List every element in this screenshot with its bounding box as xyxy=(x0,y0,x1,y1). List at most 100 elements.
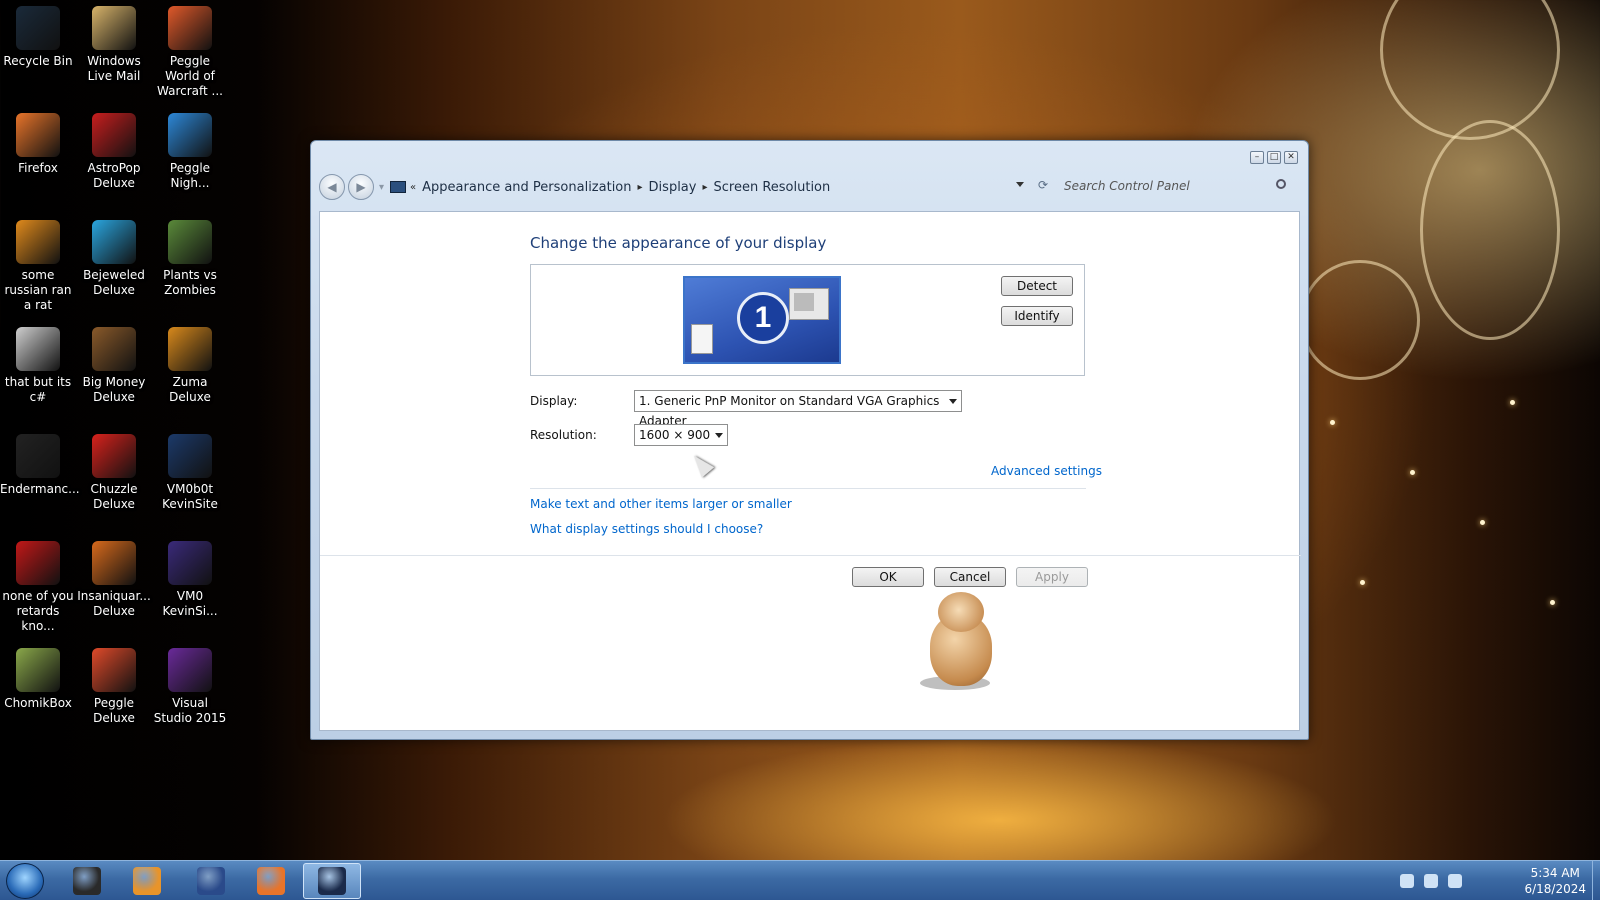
breadcrumb-screen-resolution[interactable]: Screen Resolution xyxy=(708,180,837,195)
display-settings-help-link[interactable]: What display settings should I choose? xyxy=(530,522,763,536)
clock-date: 6/18/2024 xyxy=(1524,882,1586,896)
cancel-button[interactable]: Cancel xyxy=(934,567,1006,587)
desktop-icon-label: ChomikBox xyxy=(4,696,72,710)
search-placeholder: Search Control Panel xyxy=(1064,179,1190,193)
app-icon xyxy=(92,6,136,50)
desktop-icon[interactable]: Plants vs Zombies xyxy=(152,214,228,298)
desktop-icon[interactable]: AstroPop Deluxe xyxy=(76,107,152,191)
window-controls: – □ ✕ xyxy=(1250,151,1298,164)
desktop-icon-label: Endermanc... xyxy=(0,482,80,496)
breadcrumb-appearance[interactable]: Appearance and Personalization xyxy=(416,180,637,195)
minimize-button[interactable]: – xyxy=(1250,151,1264,164)
desktop-icon-label: Insaniquar... Deluxe xyxy=(77,589,151,618)
app-icon xyxy=(92,434,136,478)
back-button[interactable]: ◀ xyxy=(319,174,345,200)
detect-button[interactable]: Detect xyxy=(1001,276,1073,296)
taskbar-item-media-player[interactable] xyxy=(118,863,176,899)
desktop-icon[interactable]: Recycle Bin xyxy=(0,0,76,69)
desktop-icon-label: VM0b0t KevinSite xyxy=(162,482,218,511)
tray-network-icon[interactable] xyxy=(1400,874,1414,888)
display-select[interactable]: 1. Generic PnP Monitor on Standard VGA G… xyxy=(634,390,962,428)
navigation-bar: ◀ ▶ ▾ « Appearance and Personalization ▸… xyxy=(319,169,1300,205)
page-title: Change the appearance of your display xyxy=(530,234,827,252)
app-icon xyxy=(168,6,212,50)
wallpaper-spark xyxy=(1330,420,1335,425)
desktop-icon[interactable]: Windows Live Mail xyxy=(76,0,152,84)
desktop-icon[interactable]: Visual Studio 2015 xyxy=(152,642,228,726)
refresh-icon[interactable]: ⟳ xyxy=(1038,178,1048,192)
desktop-icon[interactable]: Peggle Deluxe xyxy=(76,642,152,726)
desktop-icon[interactable]: Zuma Deluxe xyxy=(152,321,228,405)
app-icon xyxy=(16,327,60,371)
desktop-icon-label: Big Money Deluxe xyxy=(82,375,146,404)
ok-button[interactable]: OK xyxy=(852,567,924,587)
monitor-1-preview[interactable]: 1 xyxy=(683,276,841,364)
desktop-icon[interactable]: VM0b0t KevinSite xyxy=(152,428,228,512)
taskbar-item-control-panel[interactable] xyxy=(303,863,361,899)
desktop-icon[interactable]: that but its c# xyxy=(0,321,76,405)
show-desktop-button[interactable] xyxy=(1592,861,1600,900)
app-icon xyxy=(92,541,136,585)
desktop-icon-label: none of you retards kno... xyxy=(2,589,74,633)
desktop-icon[interactable]: some russian ran a rat xyxy=(0,214,76,313)
identify-button[interactable]: Identify xyxy=(1001,306,1073,326)
wallpaper-spark xyxy=(1360,580,1365,585)
apply-button[interactable]: Apply xyxy=(1016,567,1088,587)
desktop-icon[interactable]: Peggle World of Warcraft ... xyxy=(152,0,228,99)
desktop-icon-label: Windows Live Mail xyxy=(87,54,141,83)
resolution-select[interactable]: 1600 × 900 xyxy=(634,424,728,446)
desktop-icon-label: some russian ran a rat xyxy=(4,268,72,312)
desktop-icon[interactable]: ChomikBox xyxy=(0,642,76,711)
app-icon xyxy=(16,113,60,157)
desktop-icon[interactable]: Chuzzle Deluxe xyxy=(76,428,152,512)
desktop-icon[interactable]: VM0 KevinSi... xyxy=(152,535,228,619)
wallpaper-spark xyxy=(1410,470,1415,475)
app-icon xyxy=(168,113,212,157)
wallpaper-spark xyxy=(1510,400,1515,405)
clock[interactable]: 5:34 AM 6/18/2024 xyxy=(1524,865,1586,897)
resolution-label: Resolution: xyxy=(530,428,597,442)
monitor-number-badge: 1 xyxy=(737,292,789,344)
search-icon[interactable] xyxy=(1276,179,1286,189)
desktop-icon[interactable]: Peggle Nigh... xyxy=(152,107,228,191)
monitor-preview-box: 1 Detect Identify xyxy=(530,264,1085,376)
desktop-icon-label: Recycle Bin xyxy=(3,54,73,68)
app-icon xyxy=(92,113,136,157)
taskbar: 5:34 AM 6/18/2024 xyxy=(0,860,1600,900)
text-size-link[interactable]: Make text and other items larger or smal… xyxy=(530,497,792,511)
taskbar-item-firefox[interactable] xyxy=(242,863,300,899)
desktop-icon-label: Zuma Deluxe xyxy=(169,375,211,404)
footer-divider xyxy=(320,555,1301,556)
tray-display-icon[interactable] xyxy=(1424,874,1438,888)
app-icon xyxy=(168,327,212,371)
desktop-icon-label: Bejeweled Deluxe xyxy=(83,268,145,297)
app-icon xyxy=(92,220,136,264)
desktop-icon[interactable]: Insaniquar... Deluxe xyxy=(76,535,152,619)
desktop-icon-label: Peggle Nigh... xyxy=(169,161,211,190)
hamster-head xyxy=(938,592,984,632)
desktop-icon[interactable]: none of you retards kno... xyxy=(0,535,76,634)
app-icon xyxy=(16,541,60,585)
address-bar[interactable]: « Appearance and Personalization ▸ Displ… xyxy=(390,180,836,195)
desktop-icon[interactable]: Big Money Deluxe xyxy=(76,321,152,405)
start-button[interactable] xyxy=(6,863,44,899)
chevron-down-icon xyxy=(949,399,957,404)
close-button[interactable]: ✕ xyxy=(1284,151,1298,164)
taskbar-item-explorer[interactable] xyxy=(58,863,116,899)
maximize-button[interactable]: □ xyxy=(1267,151,1281,164)
breadcrumb-display[interactable]: Display xyxy=(643,180,703,195)
desktop-icon[interactable]: Firefox xyxy=(0,107,76,176)
desktop-icon[interactable]: Endermanc... xyxy=(0,428,80,497)
search-input[interactable]: Search Control Panel xyxy=(1056,173,1294,199)
tray-volume-icon[interactable] xyxy=(1448,874,1462,888)
address-dropdown-icon[interactable] xyxy=(1016,182,1024,187)
resolution-select-value: 1600 × 900 xyxy=(639,428,711,442)
advanced-settings-link[interactable]: Advanced settings xyxy=(991,464,1102,478)
desktop-icon-label: VM0 KevinSi... xyxy=(162,589,218,618)
taskbar-item-globe-app[interactable] xyxy=(182,863,240,899)
desktop-icon[interactable]: Bejeweled Deluxe xyxy=(76,214,152,298)
recent-pages-button[interactable]: ▾ xyxy=(379,182,384,193)
desktop-icon-label: Chuzzle Deluxe xyxy=(90,482,138,511)
forward-button[interactable]: ▶ xyxy=(348,174,374,200)
hamster-desktop-pet[interactable] xyxy=(920,592,1000,692)
